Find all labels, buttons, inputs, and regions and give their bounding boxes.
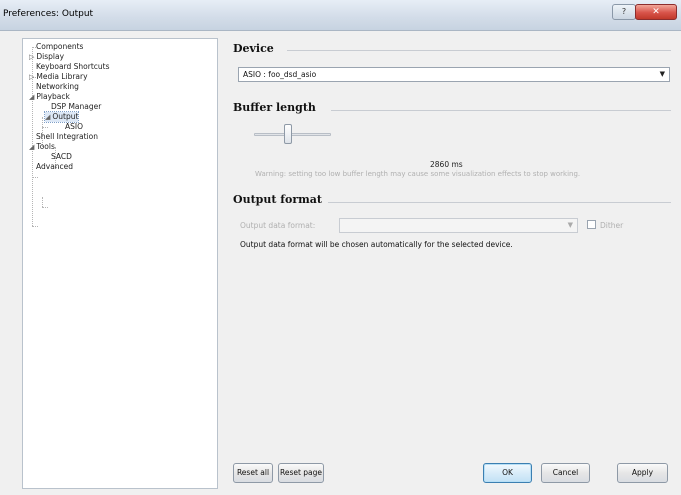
device-divider bbox=[287, 50, 671, 51]
apply-button[interactable]: Apply bbox=[617, 463, 668, 483]
tree-item-label: SACD bbox=[51, 152, 72, 161]
tree-item-label: ASIO bbox=[65, 122, 84, 131]
tree-item-networking[interactable]: Networking bbox=[36, 82, 79, 92]
tree-item-display[interactable]: ▷ Display bbox=[29, 52, 64, 62]
tree-item-output[interactable]: ◢ Output bbox=[43, 111, 80, 123]
collapse-arrow-icon[interactable]: ◢ bbox=[29, 93, 34, 101]
dither-label: Dither bbox=[600, 221, 624, 230]
tree-item-label: Media Library bbox=[36, 72, 88, 81]
tree-item-playback[interactable]: ◢ Playback bbox=[29, 92, 70, 102]
reset-all-button[interactable]: Reset all bbox=[233, 463, 273, 483]
tree-item-advanced[interactable]: Advanced bbox=[36, 162, 73, 172]
tree-item-asio[interactable]: ASIO bbox=[65, 122, 83, 132]
chevron-down-icon: ▼ bbox=[659, 70, 665, 78]
close-button[interactable]: ✕ bbox=[635, 4, 677, 20]
output-data-format-select[interactable]: ▼ bbox=[339, 218, 578, 233]
device-heading: Device bbox=[233, 42, 274, 55]
tree-item-label: Display bbox=[36, 52, 65, 61]
buffer-length-slider-thumb[interactable] bbox=[284, 124, 292, 144]
tree-item-label: Networking bbox=[36, 82, 79, 91]
tree-item-label: Tools bbox=[36, 142, 55, 151]
tree-item-keyboard-shortcuts[interactable]: Keyboard Shortcuts bbox=[36, 62, 110, 72]
tree-item-shell-integration[interactable]: Shell Integration bbox=[36, 132, 98, 142]
device-select-value: ASIO : foo_dsd_asio bbox=[243, 70, 317, 79]
tree-item-components[interactable]: Components bbox=[36, 42, 83, 52]
buffer-length-value: 2860 ms bbox=[430, 160, 463, 169]
output-format-divider bbox=[328, 202, 671, 203]
tree-item-label: Shell Integration bbox=[36, 132, 99, 141]
buffer-length-slider-track[interactable] bbox=[254, 133, 331, 136]
expand-arrow-icon[interactable]: ▷ bbox=[29, 53, 34, 61]
output-data-format-label: Output data format: bbox=[240, 221, 316, 230]
expand-arrow-icon[interactable]: ▷ bbox=[29, 73, 34, 81]
device-select[interactable]: ASIO : foo_dsd_asio ▼ bbox=[238, 67, 670, 82]
chevron-down-icon: ▼ bbox=[567, 221, 573, 229]
reset-page-button[interactable]: Reset page bbox=[278, 463, 324, 483]
tree-item-dsp-manager[interactable]: DSP Manager bbox=[51, 102, 101, 112]
tree-item-label: Advanced bbox=[36, 162, 74, 171]
tree-item-label: DSP Manager bbox=[51, 102, 102, 111]
window-title: Preferences: Output bbox=[3, 9, 94, 19]
tree-item-sacd[interactable]: SACD bbox=[51, 152, 72, 162]
tree-item-label: Playback bbox=[36, 92, 70, 101]
tree-item-label: Keyboard Shortcuts bbox=[36, 62, 110, 71]
help-icon: ? bbox=[621, 7, 627, 16]
tree-item-media-library[interactable]: ▷ Media Library bbox=[29, 72, 88, 82]
ok-button[interactable]: OK bbox=[483, 463, 532, 483]
cancel-button[interactable]: Cancel bbox=[541, 463, 590, 483]
help-button[interactable]: ? bbox=[612, 4, 636, 20]
title-bar: Preferences: Output ? ✕ bbox=[0, 0, 681, 31]
tree-item-label: Components bbox=[36, 42, 84, 51]
output-format-info-text: Output data format will be chosen automa… bbox=[240, 240, 513, 249]
preferences-tree[interactable]: Components ▷ Display Keyboard Shortcuts ▷… bbox=[22, 38, 218, 489]
dither-checkbox[interactable] bbox=[587, 220, 596, 229]
buffer-length-heading: Buffer length bbox=[233, 101, 316, 114]
buffer-length-divider bbox=[331, 110, 671, 111]
buffer-warning-text: Warning: setting too low buffer length m… bbox=[255, 170, 581, 178]
tree-item-label: Output bbox=[52, 112, 79, 121]
output-format-heading: Output format bbox=[233, 193, 322, 206]
close-icon: ✕ bbox=[652, 7, 660, 17]
collapse-arrow-icon[interactable]: ◢ bbox=[29, 143, 34, 151]
collapse-arrow-icon[interactable]: ◢ bbox=[45, 113, 50, 121]
tree-item-tools[interactable]: ◢ Tools bbox=[29, 142, 55, 152]
